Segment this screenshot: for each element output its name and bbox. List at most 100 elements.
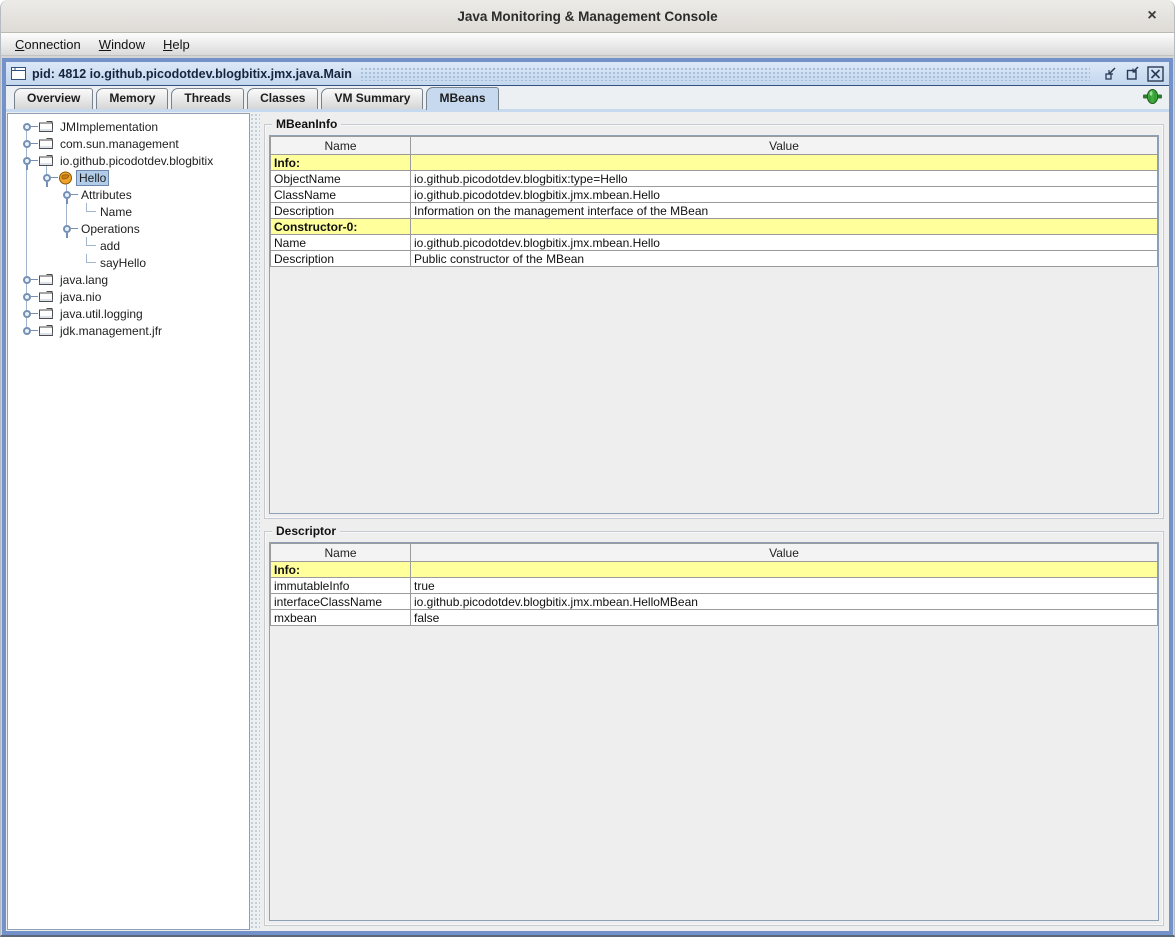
table-row[interactable]: interfaceClassNameio.github.picodotdev.b… bbox=[271, 594, 1158, 610]
cell-value[interactable]: false bbox=[411, 610, 1158, 626]
folder-icon bbox=[38, 307, 54, 320]
column-header-value[interactable]: Value bbox=[411, 544, 1158, 562]
expand-handle-icon[interactable] bbox=[23, 306, 38, 321]
tree-node-com-sun-management[interactable]: com.sun.management bbox=[8, 135, 249, 152]
cell-value[interactable]: Information on the management interface … bbox=[411, 203, 1158, 219]
cell-value[interactable]: io.github.picodotdev.blogbitix.jmx.mbean… bbox=[411, 187, 1158, 203]
close-icon[interactable]: × bbox=[1143, 7, 1161, 25]
mbean-tree: JMImplementationcom.sun.managementio.git… bbox=[7, 113, 250, 930]
mbeaninfo-table: NameValueInfo:ObjectNameio.github.picodo… bbox=[270, 136, 1158, 267]
expand-handle-icon[interactable] bbox=[23, 323, 38, 338]
table-row[interactable]: Nameio.github.picodotdev.blogbitix.jmx.m… bbox=[271, 235, 1158, 251]
folder-icon bbox=[38, 273, 54, 286]
tree-node-operations[interactable]: Operations bbox=[8, 220, 249, 237]
cell-name[interactable]: Constructor-0: bbox=[271, 219, 411, 235]
menu-connection[interactable]: Connection bbox=[6, 35, 90, 54]
tree-node-add[interactable]: add bbox=[8, 237, 249, 254]
cell-name[interactable]: immutableInfo bbox=[271, 578, 411, 594]
tree-node-label: add bbox=[97, 238, 123, 254]
tree-node-label: io.github.picodotdev.blogbitix bbox=[57, 153, 216, 169]
descriptor-section-title: Descriptor bbox=[272, 524, 340, 538]
tree-node-name[interactable]: Name bbox=[8, 203, 249, 220]
internal-frame: pid: 4812 io.github.picodotdev.blogbitix… bbox=[2, 58, 1173, 935]
column-header-value[interactable]: Value bbox=[411, 137, 1158, 155]
cell-name[interactable]: Description bbox=[271, 203, 411, 219]
cell-value[interactable]: Public constructor of the MBean bbox=[411, 251, 1158, 267]
tree-node-label: jdk.management.jfr bbox=[57, 323, 165, 339]
tree-node-java-nio[interactable]: java.nio bbox=[8, 288, 249, 305]
cell-value[interactable] bbox=[411, 562, 1158, 578]
tab-threads[interactable]: Threads bbox=[171, 88, 244, 109]
table-row[interactable]: DescriptionInformation on the management… bbox=[271, 203, 1158, 219]
expand-handle-icon[interactable] bbox=[63, 187, 78, 202]
table-row[interactable]: Info: bbox=[271, 562, 1158, 578]
tree-node-label: JMImplementation bbox=[57, 119, 161, 135]
frame-titlebar[interactable]: pid: 4812 io.github.picodotdev.blogbitix… bbox=[6, 62, 1169, 86]
tree-node-io-github-picodotdev-blogbitix[interactable]: io.github.picodotdev.blogbitix bbox=[8, 152, 249, 169]
tab-classes[interactable]: Classes bbox=[247, 88, 318, 109]
maximize-icon[interactable] bbox=[1124, 65, 1142, 82]
cell-value[interactable]: true bbox=[411, 578, 1158, 594]
leaf-connector bbox=[83, 237, 97, 254]
split-divider[interactable] bbox=[250, 113, 260, 930]
menu-window[interactable]: Window bbox=[90, 35, 154, 54]
table-row[interactable]: mxbeanfalse bbox=[271, 610, 1158, 626]
folder-icon bbox=[38, 137, 54, 150]
tree-node-label: java.lang bbox=[57, 272, 111, 288]
cell-name[interactable]: mxbean bbox=[271, 610, 411, 626]
cell-name[interactable]: ClassName bbox=[271, 187, 411, 203]
cell-name[interactable]: Info: bbox=[271, 155, 411, 171]
frame-close-icon[interactable] bbox=[1146, 65, 1164, 82]
column-header-name[interactable]: Name bbox=[271, 544, 411, 562]
tree-node-java-util-logging[interactable]: java.util.logging bbox=[8, 305, 249, 322]
menu-help[interactable]: Help bbox=[154, 35, 199, 54]
tree-node-sayhello[interactable]: sayHello bbox=[8, 254, 249, 271]
cell-value[interactable] bbox=[411, 155, 1158, 171]
descriptor-section: Descriptor NameValueInfo:immutableInfotr… bbox=[264, 531, 1164, 926]
cell-name[interactable]: Info: bbox=[271, 562, 411, 578]
cell-name[interactable]: ObjectName bbox=[271, 171, 411, 187]
mbeaninfo-section: MBeanInfo NameValueInfo:ObjectNameio.git… bbox=[264, 124, 1164, 519]
folder-icon bbox=[38, 290, 54, 303]
expand-handle-icon[interactable] bbox=[43, 170, 58, 185]
table-row[interactable]: Info: bbox=[271, 155, 1158, 171]
tree-node-label: Name bbox=[97, 204, 135, 220]
cell-name[interactable]: interfaceClassName bbox=[271, 594, 411, 610]
table-row[interactable]: Constructor-0: bbox=[271, 219, 1158, 235]
expand-handle-icon[interactable] bbox=[23, 119, 38, 134]
table-row[interactable]: ObjectNameio.github.picodotdev.blogbitix… bbox=[271, 171, 1158, 187]
tree-node-label: java.util.logging bbox=[57, 306, 146, 322]
cell-value[interactable]: io.github.picodotdev.blogbitix.jmx.mbean… bbox=[411, 594, 1158, 610]
tab-vm-summary[interactable]: VM Summary bbox=[321, 88, 423, 109]
tree-node-hello[interactable]: Hello bbox=[8, 169, 249, 186]
table-row[interactable]: ClassNameio.github.picodotdev.blogbitix.… bbox=[271, 187, 1158, 203]
expand-handle-icon[interactable] bbox=[23, 153, 38, 168]
tab-memory[interactable]: Memory bbox=[96, 88, 168, 109]
cell-name[interactable]: Name bbox=[271, 235, 411, 251]
tree-node-label: java.nio bbox=[57, 289, 104, 305]
cell-name[interactable]: Description bbox=[271, 251, 411, 267]
tree-node-jdk-management-jfr[interactable]: jdk.management.jfr bbox=[8, 322, 249, 339]
minimize-icon[interactable] bbox=[1102, 65, 1120, 82]
desktop-pane: pid: 4812 io.github.picodotdev.blogbitix… bbox=[1, 56, 1174, 935]
cell-value[interactable]: io.github.picodotdev.blogbitix:type=Hell… bbox=[411, 171, 1158, 187]
tab-mbeans[interactable]: MBeans bbox=[426, 87, 498, 110]
expand-handle-icon[interactable] bbox=[23, 136, 38, 151]
mbeaninfo-table-viewport: NameValueInfo:ObjectNameio.github.picodo… bbox=[269, 135, 1159, 514]
expand-handle-icon[interactable] bbox=[23, 289, 38, 304]
cell-value[interactable] bbox=[411, 219, 1158, 235]
tree-node-java-lang[interactable]: java.lang bbox=[8, 271, 249, 288]
app-window: Java Monitoring & Management Console × C… bbox=[0, 0, 1175, 937]
table-row[interactable]: DescriptionPublic constructor of the MBe… bbox=[271, 251, 1158, 267]
expand-handle-icon[interactable] bbox=[23, 272, 38, 287]
expand-handle-icon[interactable] bbox=[63, 221, 78, 236]
table-row[interactable]: immutableInfotrue bbox=[271, 578, 1158, 594]
tree-node-attributes[interactable]: Attributes bbox=[8, 186, 249, 203]
mbeaninfo-section-title: MBeanInfo bbox=[272, 117, 341, 131]
cell-value[interactable]: io.github.picodotdev.blogbitix.jmx.mbean… bbox=[411, 235, 1158, 251]
tree-node-jmimplementation[interactable]: JMImplementation bbox=[8, 118, 249, 135]
tree-node-label: Hello bbox=[76, 170, 109, 186]
window-titlebar: Java Monitoring & Management Console × bbox=[1, 0, 1174, 33]
tab-overview[interactable]: Overview bbox=[14, 88, 93, 109]
column-header-name[interactable]: Name bbox=[271, 137, 411, 155]
